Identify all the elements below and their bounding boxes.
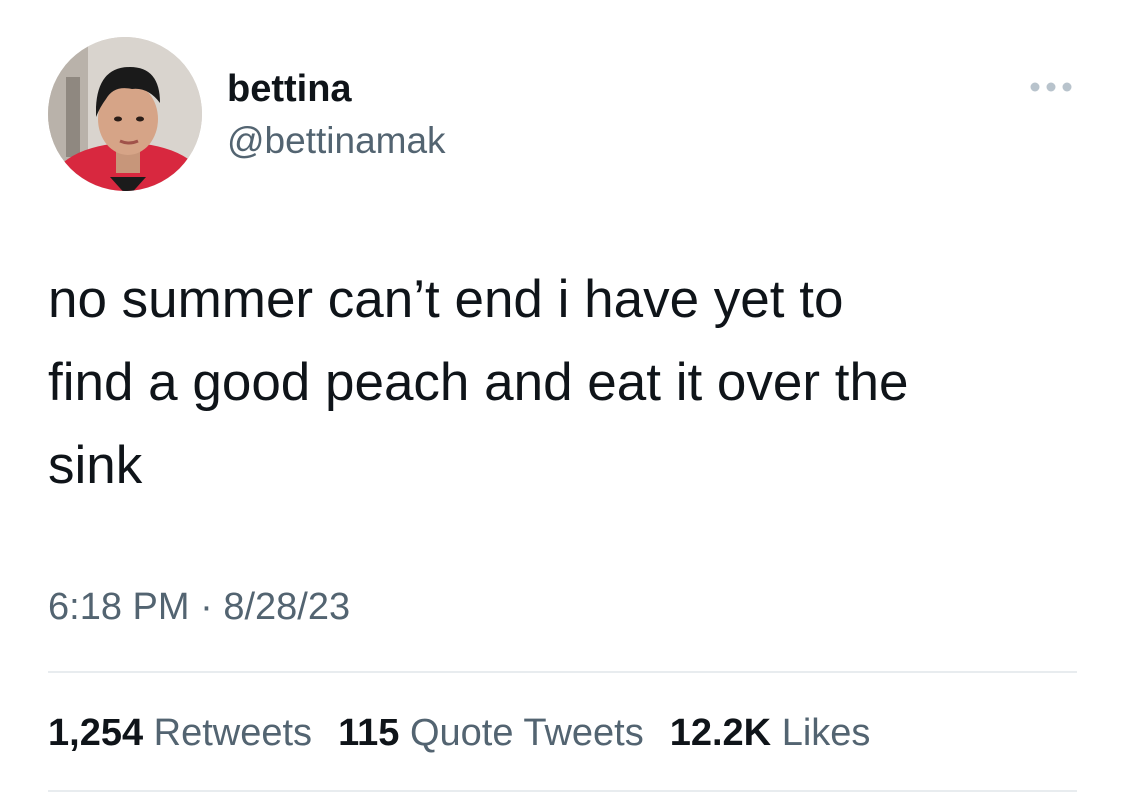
tweet-timestamp[interactable]: 6:18 PM · 8/28/23 [48, 582, 350, 632]
tweet-date: 8/28/23 [223, 586, 351, 628]
display-name[interactable]: bettina [227, 66, 352, 112]
retweets-label: Retweets [153, 712, 313, 754]
timestamp-separator: · [189, 586, 224, 628]
engagement-stats: 1,254 Retweets 115 Quote Tweets 12.2K Li… [48, 708, 870, 758]
divider [48, 671, 1077, 673]
more-options-icon [1030, 82, 1072, 92]
likes-label: Likes [781, 712, 871, 754]
more-options-button[interactable] [1025, 72, 1077, 102]
retweets-stat[interactable]: 1,254 Retweets [48, 708, 312, 758]
tweet-time: 6:18 PM [48, 586, 190, 628]
likes-count: 12.2K [669, 712, 772, 754]
likes-stat[interactable]: 12.2K Likes [670, 708, 871, 758]
avatar[interactable] [48, 37, 202, 191]
retweets-count: 1,254 [48, 712, 144, 754]
username-handle[interactable]: @bettinamak [227, 118, 446, 164]
quote-tweets-stat[interactable]: 115 Quote Tweets [338, 708, 644, 758]
quote-tweets-count: 115 [338, 712, 400, 754]
profile-photo-avatar [48, 37, 202, 191]
quote-tweets-label: Quote Tweets [409, 712, 644, 754]
divider [48, 790, 1077, 792]
tweet-text: no summer can’t end i have yet to find a… [48, 270, 909, 495]
